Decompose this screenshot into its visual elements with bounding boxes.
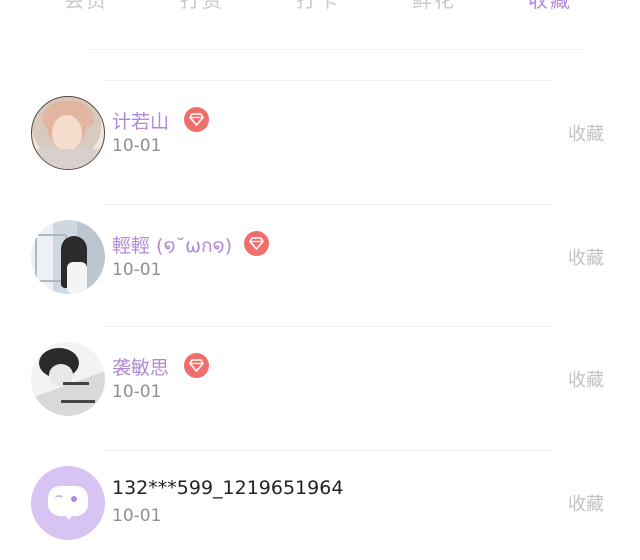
list-item[interactable]: 輕輕 (໑˘ωก໑) 10-01 收藏 — [0, 196, 640, 318]
row-divider — [104, 204, 552, 205]
collect-status[interactable]: 收藏 — [568, 244, 604, 270]
date-label: 10-01 — [112, 136, 162, 156]
list-item[interactable]: 计若山 10-01 收藏 — [0, 72, 640, 194]
date-label: 10-01 — [112, 260, 162, 280]
avatar[interactable] — [31, 220, 105, 294]
user-name[interactable]: 132***599_1219651964 — [112, 477, 343, 499]
avatar[interactable] — [31, 96, 105, 170]
list-item[interactable]: 袭敏思 10-01 收藏 — [0, 318, 640, 440]
list-item[interactable]: 132***599_1219651964 10-01 收藏 — [0, 442, 640, 560]
vip-diamond-icon — [244, 231, 269, 256]
date-label: 10-01 — [112, 506, 162, 526]
date-label: 10-01 — [112, 382, 162, 402]
row-divider — [104, 326, 552, 327]
avatar[interactable] — [31, 342, 105, 416]
collect-status[interactable]: 收藏 — [568, 120, 604, 146]
row-divider — [104, 450, 552, 451]
favorites-list: 计若山 10-01 收藏 輕輕 (໑˘ωก໑) 10-01 收藏 袭敏思 10-… — [0, 0, 640, 560]
vip-diamond-icon — [184, 107, 209, 132]
user-name[interactable]: 计若山 — [112, 107, 169, 134]
collect-status[interactable]: 收藏 — [568, 366, 604, 392]
favorites-page: 会员 打赏 打卡 鲜花 收藏 计若山 10-01 收藏 輕輕 (໑˘ωก໑) 1… — [0, 0, 640, 560]
collect-status[interactable]: 收藏 — [568, 490, 604, 516]
row-divider — [104, 80, 552, 81]
default-avatar[interactable] — [31, 466, 105, 540]
vip-diamond-icon — [184, 353, 209, 378]
user-name[interactable]: 輕輕 (໑˘ωก໑) — [112, 231, 232, 261]
user-name[interactable]: 袭敏思 — [112, 353, 169, 380]
